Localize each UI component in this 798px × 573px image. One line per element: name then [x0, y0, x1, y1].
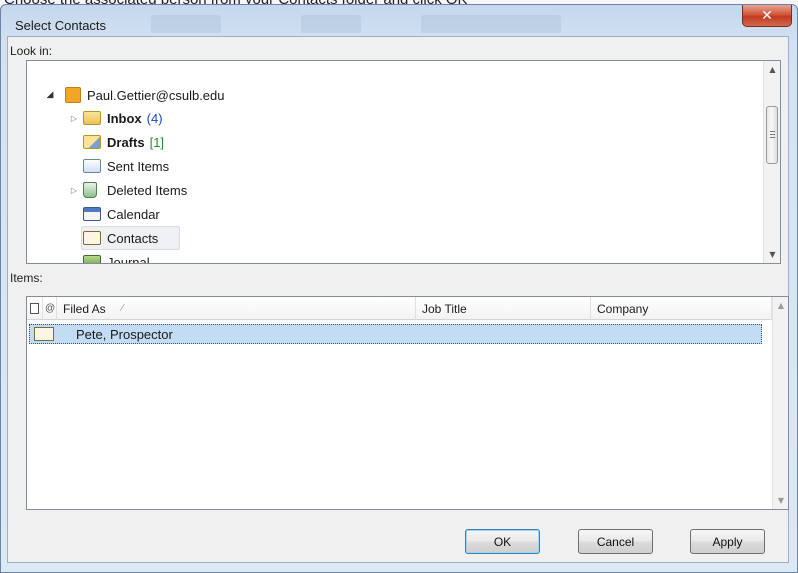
tree-item-calendar[interactable]: Calendar — [83, 203, 160, 225]
items-label: Items: — [10, 271, 43, 285]
scroll-thumb[interactable] — [766, 106, 778, 164]
tree-item-drafts[interactable]: Drafts [1] — [83, 131, 164, 153]
expand-arrow-icon[interactable]: ▷ — [69, 113, 79, 123]
look-in-label: Look in: — [10, 44, 53, 58]
company-column-header[interactable]: Company — [591, 297, 772, 320]
sent-items-icon — [83, 159, 101, 173]
mailbox-icon — [65, 87, 81, 103]
scroll-up-arrow-icon[interactable]: ▲ — [773, 297, 788, 314]
expand-arrow-icon[interactable]: ▷ — [69, 185, 79, 195]
tree-item-inbox[interactable]: Inbox (4) — [83, 107, 163, 129]
contacts-icon — [83, 231, 101, 245]
tree-item-label: Inbox — [107, 110, 142, 126]
apply-button[interactable]: Apply — [690, 529, 765, 554]
filed-as-column-header[interactable]: Filed As ⁄ — [57, 297, 416, 320]
folder-tree-scrollbar[interactable]: ▲ ▼ — [763, 61, 780, 263]
inbox-folder-icon — [83, 111, 101, 125]
cancel-button[interactable]: Cancel — [578, 529, 653, 554]
tree-item-label: Sent Items — [107, 158, 170, 174]
job-title-column-header[interactable]: Job Title — [416, 297, 591, 320]
collapse-arrow-icon[interactable]: ◢ — [45, 90, 55, 100]
table-row[interactable]: Pete, Prospector — [29, 324, 762, 344]
column-label: Company — [597, 301, 649, 316]
tree-item-journal[interactable]: Journal — [83, 251, 150, 264]
title-bar-reflection — [301, 15, 361, 33]
scroll-down-arrow-icon[interactable]: ▼ — [764, 246, 780, 263]
tree-item-contacts[interactable]: Contacts — [83, 227, 158, 249]
tree-item-label: Deleted Items — [107, 182, 188, 198]
sort-indicator-icon: ⁄ — [121, 303, 124, 314]
attachment-column[interactable]: @ — [43, 297, 57, 320]
ok-button[interactable]: OK — [465, 529, 540, 554]
journal-icon — [83, 255, 101, 263]
column-label: Job Title — [422, 301, 467, 316]
items-header-row: @ Filed As ⁄ Job Title Company — [27, 297, 772, 320]
tree-item-label: Contacts — [107, 230, 159, 246]
tree-item-mailbox[interactable]: Paul.Gettier@csulb.edu — [65, 84, 225, 106]
document-icon — [30, 303, 39, 314]
scroll-up-arrow-icon[interactable]: ▲ — [764, 61, 780, 78]
tree-item-label: Paul.Gettier@csulb.edu — [87, 87, 225, 103]
calendar-icon — [83, 207, 101, 221]
title-bar-reflection — [151, 15, 221, 33]
items-list-scrollbar[interactable]: ▲ ▼ — [772, 297, 788, 509]
tree-item-deleted-items[interactable]: Deleted Items — [83, 179, 187, 201]
drafts-folder-icon — [83, 135, 101, 149]
contact-card-icon — [34, 327, 54, 341]
title-bar-reflection — [421, 15, 561, 33]
paperclip-icon: @ — [45, 303, 56, 314]
tree-item-label: Calendar — [107, 206, 160, 222]
close-button[interactable]: ✕ — [742, 5, 792, 27]
deleted-items-icon — [83, 182, 97, 198]
unread-count: (4) — [146, 110, 163, 126]
window-title: Select Contacts — [15, 18, 107, 33]
folder-tree[interactable]: ◢ Paul.Gettier@csulb.edu ▷ Inbox (4) Dra… — [26, 60, 781, 264]
tree-item-sent-items[interactable]: Sent Items — [83, 155, 169, 177]
item-type-column[interactable] — [27, 297, 43, 320]
scroll-down-arrow-icon[interactable]: ▼ — [773, 492, 788, 509]
items-list[interactable]: @ Filed As ⁄ Job Title Company Pete, Pro… — [26, 296, 789, 510]
tree-item-label: Journal — [107, 254, 150, 264]
tree-item-label: Drafts — [107, 134, 145, 150]
filed-as-cell: Pete, Prospector — [76, 326, 173, 342]
draft-count: [1] — [149, 134, 165, 150]
column-label: Filed As — [63, 301, 106, 316]
close-icon: ✕ — [761, 7, 773, 24]
